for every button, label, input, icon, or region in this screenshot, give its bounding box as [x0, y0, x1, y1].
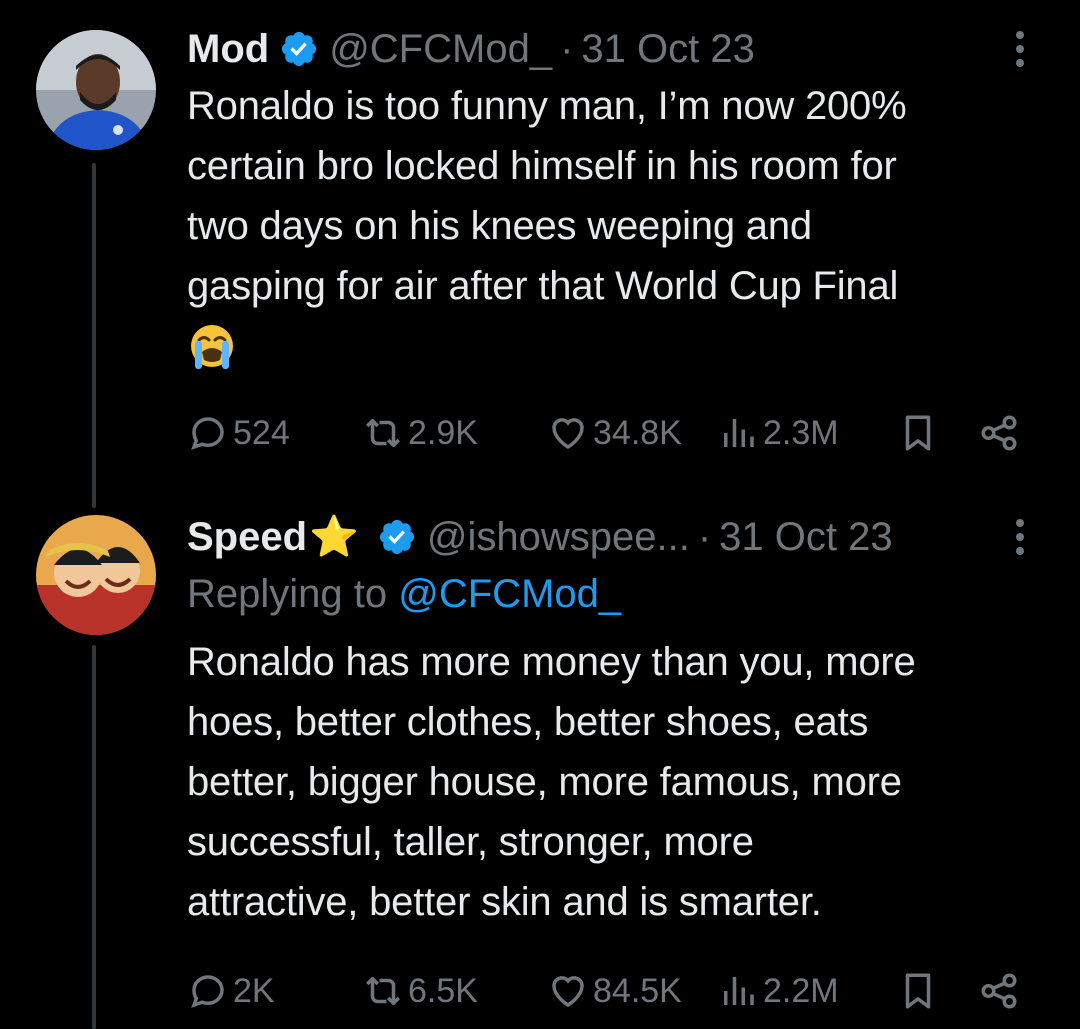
- avatar-mod[interactable]: [36, 30, 156, 150]
- display-name[interactable]: Mod: [187, 22, 269, 76]
- share-icon: [981, 973, 1017, 1009]
- reply-icon: [191, 975, 224, 1008]
- avatar-speed[interactable]: [36, 515, 156, 635]
- views-icon: [724, 419, 754, 447]
- share-icon: [981, 415, 1017, 451]
- views-count: 2.2M: [763, 971, 839, 1010]
- repost-count: 2.9K: [408, 413, 478, 452]
- handle[interactable]: @CFCMod_: [329, 22, 552, 76]
- views-button[interactable]: 2.3M: [717, 408, 839, 458]
- reply-count: 524: [233, 413, 290, 452]
- share-button[interactable]: [978, 966, 1020, 1016]
- bookmark-button[interactable]: [897, 966, 939, 1016]
- bookmark-icon: [905, 973, 931, 1009]
- tweet-header: Speed ⭐ @ishowspee... · 31 Oct 23: [187, 510, 1040, 564]
- like-count: 84.5K: [593, 971, 682, 1010]
- verified-badge-icon: [379, 519, 414, 555]
- tweet-actions-speed: 2K 6.5K 84.5K 2.2M: [187, 966, 1040, 1016]
- tweet-speed[interactable]: Speed ⭐ @ishowspee... · 31 Oct 23 Replyi…: [187, 510, 1040, 932]
- repost-button[interactable]: 6.5K: [362, 966, 478, 1016]
- more-options-icon[interactable]: [1000, 22, 1040, 76]
- bookmark-icon: [905, 415, 931, 451]
- tweet-text: Ronaldo is too funny man, I’m now 200% c…: [187, 84, 907, 308]
- separator-dot: ·: [560, 27, 574, 71]
- tweet-mod[interactable]: Mod @CFCMod_ · 31 Oct 23 Ronaldo is too …: [187, 22, 1040, 372]
- views-button[interactable]: 2.2M: [717, 966, 839, 1016]
- repost-icon: [366, 977, 400, 1005]
- like-count: 34.8K: [593, 413, 682, 452]
- replying-prefix: Replying to: [187, 572, 388, 616]
- tweet-actions-mod: 524 2.9K 34.8K 2.3M: [187, 408, 1040, 458]
- reply-button[interactable]: 2K: [187, 966, 275, 1016]
- bookmark-button[interactable]: [897, 408, 939, 458]
- display-name[interactable]: Speed: [187, 510, 307, 564]
- repost-count: 6.5K: [408, 971, 478, 1010]
- timestamp[interactable]: 31 Oct 23: [719, 510, 892, 564]
- reply-icon: [191, 417, 224, 450]
- thread-line-top: [92, 163, 96, 508]
- separator-dot: ·: [697, 515, 712, 559]
- more-options-icon[interactable]: [1000, 510, 1040, 564]
- reply-count: 2K: [233, 971, 275, 1010]
- replying-to: Replying to @CFCMod_: [187, 564, 1040, 624]
- share-button[interactable]: [978, 408, 1020, 458]
- like-icon: [552, 976, 584, 1008]
- star-emoji: ⭐: [309, 514, 359, 560]
- views-count: 2.3M: [763, 413, 839, 452]
- handle[interactable]: @ishowspee...: [427, 510, 690, 564]
- tweet-header: Mod @CFCMod_ · 31 Oct 23: [187, 22, 1040, 76]
- loudly-crying-face-icon: [191, 325, 233, 369]
- thread-line-bottom: [92, 645, 96, 1029]
- verified-badge-icon: [282, 31, 317, 67]
- views-icon: [724, 977, 754, 1005]
- reply-mention-link[interactable]: @CFCMod_: [398, 572, 621, 616]
- reply-button[interactable]: 524: [187, 408, 290, 458]
- like-icon: [552, 418, 584, 450]
- timestamp[interactable]: 31 Oct 23: [581, 22, 754, 76]
- repost-button[interactable]: 2.9K: [362, 408, 478, 458]
- tweet-text: Ronaldo has more money than you, more ho…: [187, 640, 916, 924]
- like-button[interactable]: 84.5K: [547, 966, 682, 1016]
- repost-icon: [366, 419, 400, 447]
- like-button[interactable]: 34.8K: [547, 408, 682, 458]
